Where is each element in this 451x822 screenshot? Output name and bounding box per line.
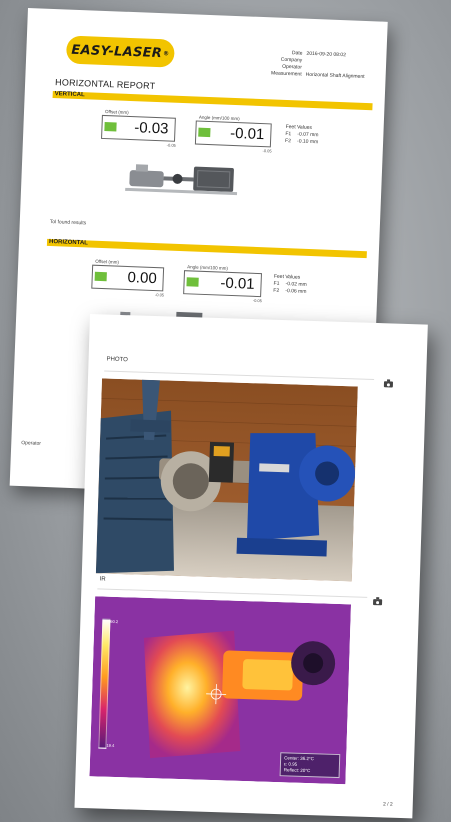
easy-laser-logo: EASY-LASER ® <box>65 35 175 68</box>
ok-indicator <box>94 271 107 282</box>
scale-min: 19.4 <box>106 742 115 748</box>
ir-divider <box>97 588 368 598</box>
feet-key: F2 <box>273 287 280 294</box>
test-note: Tol found results <box>49 218 87 227</box>
photo-section-title: PHOTO <box>106 356 128 364</box>
box-label: Angle (mm/100 mm) <box>198 114 240 122</box>
box-value: -0.03 <box>133 119 169 138</box>
pump-base <box>236 537 328 557</box>
operator-label: Operator <box>21 440 42 447</box>
box-value: -0.01 <box>220 274 255 293</box>
pump-nameplate <box>259 463 290 473</box>
camera-icon <box>372 599 383 606</box>
vertical-angle-box: Angle (mm/100 mm) -0.01 -0.05 <box>194 114 272 153</box>
logo-text: EASY-LASER <box>71 42 163 61</box>
page-number: 2 / 2 <box>382 801 393 808</box>
feet-value: -0.10 mm <box>296 138 319 146</box>
report-meta: Date 2016-09-20 08:02 Company Operator M… <box>254 49 379 82</box>
thermal-image: 60.2 19.4 Center: 36.2°C ε: 0.95 Reflect… <box>89 596 352 785</box>
box-tolerance: -0.05 <box>154 292 165 298</box>
coupling-core-heat <box>242 659 294 691</box>
laser-unit-label <box>213 445 230 457</box>
motor-box <box>135 164 149 172</box>
meta-key: Measurement <box>270 70 302 78</box>
feet-value: -0.06 mm <box>285 288 307 295</box>
section-horizontal-bar: HORIZONTAL <box>46 238 367 259</box>
report-title: HORIZONTAL REPORT <box>54 77 156 91</box>
ok-indicator <box>104 122 117 132</box>
meta-value: Horizontal Shaft Alignment <box>305 71 365 80</box>
ir-section-title: IR <box>99 576 106 583</box>
photo-divider <box>104 370 375 380</box>
vertical-feet-values: Feet Values F1 -0.07 mm F2 -0.10 mm <box>285 124 319 146</box>
box-value: -0.01 <box>229 124 265 144</box>
horizontal-feet-values: Feet Values F1 -0.02 mm F2 -0.06 mm <box>273 274 307 296</box>
machine-diagram-vertical <box>125 164 238 196</box>
motor-body <box>129 170 164 188</box>
box-label: Offset (mm) <box>104 109 129 115</box>
horizontal-angle-box: Angle (mm/100 mm) -0.01 -0.05 <box>183 264 262 303</box>
box-tolerance: -0.05 <box>262 148 272 154</box>
coupling <box>172 173 183 184</box>
photo-page: PHOTO IR 60.2 19.4 Center: 36.2°C ε: 0.9… <box>74 314 428 819</box>
camera-icon <box>383 381 394 388</box>
readout-line: Reflect: 20°C <box>283 767 311 774</box>
box-label: Angle (mm/100 mm) <box>187 264 229 271</box>
logo-mark: ® <box>162 49 170 57</box>
vertical-offset-box: Offset (mm) -0.03 -0.05 <box>101 109 176 148</box>
scale-max: 60.2 <box>110 618 119 625</box>
machine-photo <box>95 378 358 582</box>
pipe-flange <box>130 419 171 433</box>
ok-indicator <box>186 277 199 287</box>
feet-row: F2 -0.06 mm <box>273 288 306 296</box>
section-vertical-bar: VERTICAL <box>52 91 373 111</box>
box-tolerance: -0.05 <box>252 297 263 304</box>
ir-readout-box: Center: 36.2°C ε: 0.95 Reflect: 20°C <box>279 752 341 779</box>
feet-key: F2 <box>284 137 292 145</box>
box-label: Offset (mm) <box>95 258 120 265</box>
feet-row: F2 -0.10 mm <box>285 138 318 146</box>
box-value: 0.00 <box>127 269 158 288</box>
horizontal-offset-box: Offset (mm) 0.00 -0.05 <box>91 258 164 297</box>
ok-indicator <box>198 127 211 138</box>
box-tolerance: -0.05 <box>166 142 176 148</box>
